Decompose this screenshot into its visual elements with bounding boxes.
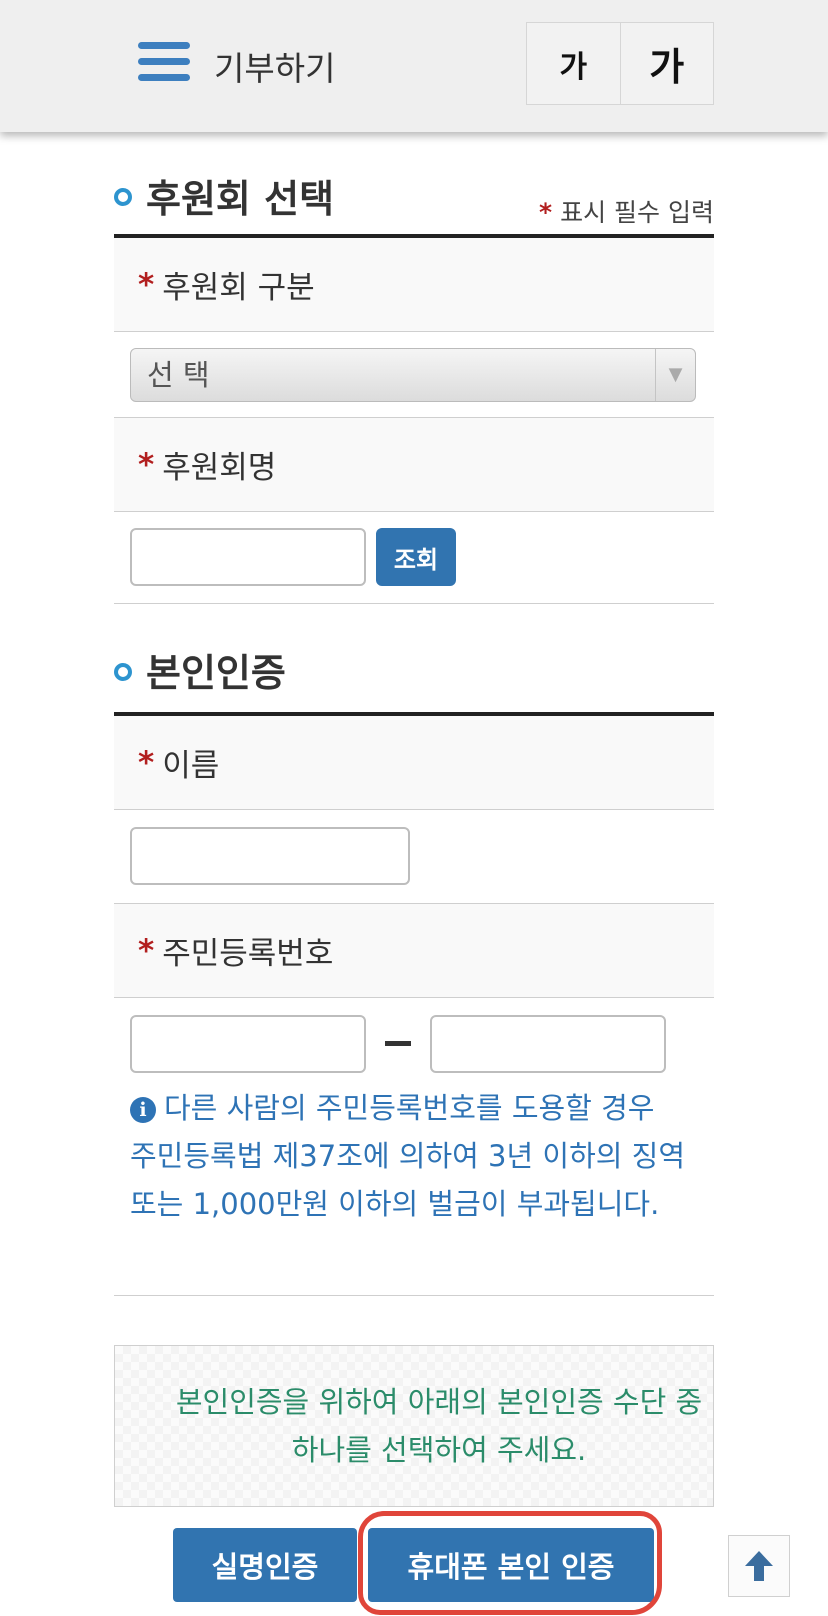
font-decrease-button[interactable]: 가 [527,23,621,104]
rrn-separator [385,1041,411,1046]
phone-auth-button[interactable]: 휴대폰 본인 인증 [368,1528,654,1602]
auth-notice-text: 본인인증을 위하여 아래의 본인인증 수단 중 하나를 선택하여 주세요. [175,1385,703,1467]
sponsor-name-field-row: 조회 [114,512,714,604]
main-content: 후원회 선택 * 표시 필수 입력 * 후원회 구분 선 택 ▼ * 후원회명 조… [114,132,714,1507]
sponsor-name-input[interactable] [130,528,366,586]
auth-section-title: 본인인증 [146,651,286,695]
sponsor-type-select[interactable]: 선 택 ▼ [130,348,696,402]
auth-notice-box: 본인인증을 위하여 아래의 본인인증 수단 중 하나를 선택하여 주세요. [114,1345,714,1507]
sponsor-type-field-row: 선 택 ▼ [114,332,714,418]
name-field-row [114,810,714,904]
page-title: 기부하기 [214,49,336,88]
real-name-auth-button[interactable]: 실명인증 [173,1528,357,1602]
bullet-icon [114,188,132,206]
sponsor-type-select-value: 선 택 [147,358,210,392]
required-note-text: 표시 필수 입력 [560,198,714,227]
sponsor-section-header: 후원회 선택 * 표시 필수 입력 [114,132,714,238]
auth-section-header: 본인인증 [114,604,714,716]
sponsor-type-label: 후원회 구분 [162,270,315,306]
font-increase-button[interactable]: 가 [621,23,714,104]
name-label: 이름 [162,748,220,784]
rrn-warning: i 다른 사람의 주민등록번호를 도용할 경우 주민등록법 제37조에 의하여 3… [130,1084,690,1228]
chevron-down-icon[interactable]: ▼ [655,349,695,401]
arrow-up-icon [745,1551,773,1581]
scroll-top-button[interactable] [728,1535,790,1597]
rrn-label: 주민등록번호 [162,936,334,972]
bullet-icon [114,663,132,681]
rrn-back-input[interactable] [430,1015,666,1073]
required-star-icon: * [138,446,155,483]
sponsor-section-title: 후원회 선택 [146,177,335,221]
required-star-icon: * [138,932,155,969]
name-input[interactable] [130,827,410,885]
sponsor-type-label-row: * 후원회 구분 [114,238,714,332]
rrn-label-row: * 주민등록번호 [114,904,714,998]
required-star-icon: * [138,744,155,781]
required-star-icon: * [539,198,553,227]
font-size-controls: 가 가 [526,22,714,105]
rrn-field-row: i 다른 사람의 주민등록번호를 도용할 경우 주민등록법 제37조에 의하여 3… [114,998,714,1296]
sponsor-name-label: 후원회명 [162,450,277,486]
required-star-icon: * [138,266,155,303]
name-label-row: * 이름 [114,716,714,810]
sponsor-name-label-row: * 후원회명 [114,418,714,512]
rrn-front-input[interactable] [130,1015,366,1073]
required-note: * 표시 필수 입력 [539,193,714,229]
top-header: 기부하기 가 가 [0,0,828,132]
rrn-warning-text: 다른 사람의 주민등록번호를 도용할 경우 주민등록법 제37조에 의하여 3년… [130,1091,686,1221]
info-icon: i [130,1097,156,1123]
sponsor-search-button[interactable]: 조회 [376,528,456,586]
hamburger-menu-icon[interactable] [138,42,190,82]
